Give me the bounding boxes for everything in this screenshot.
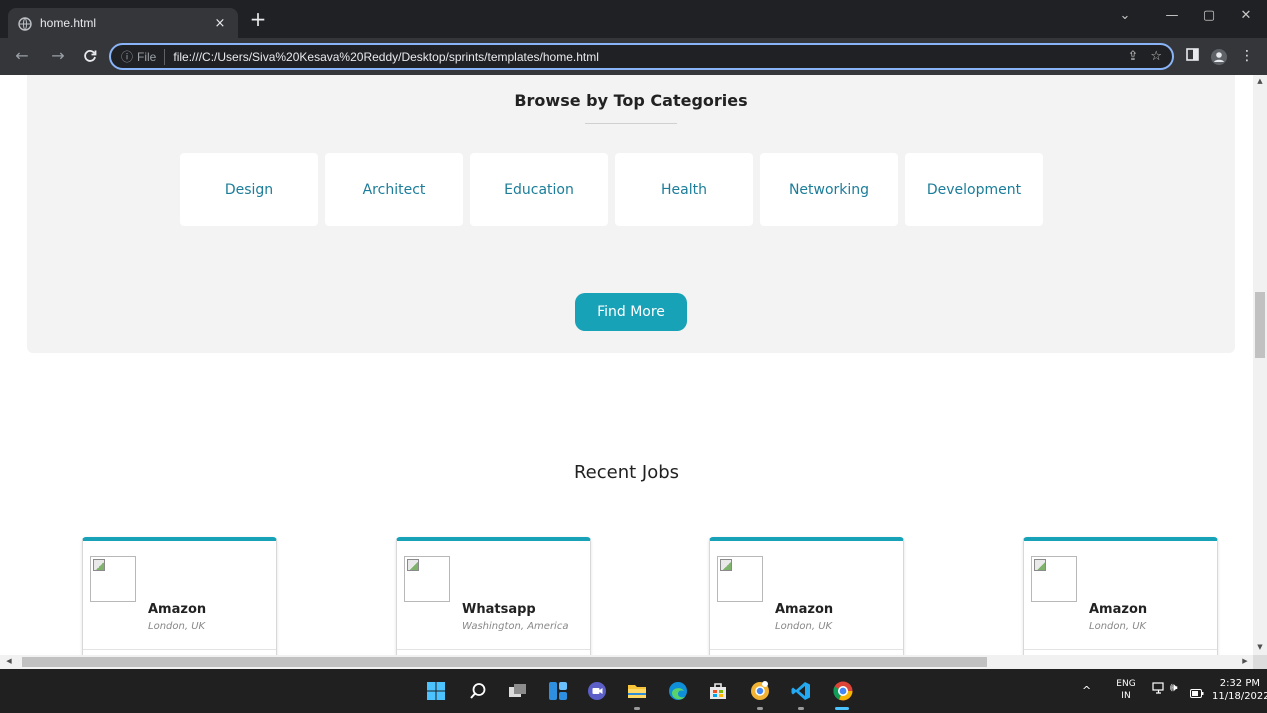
job-card-divider <box>397 649 590 650</box>
windows-taskbar: ^ ENG IN 🕪 2:32 PM 11/18/2022 <box>0 669 1267 713</box>
globe-icon <box>18 16 32 31</box>
scroll-corner <box>1253 655 1267 669</box>
job-company: Amazon <box>775 602 834 617</box>
back-icon[interactable]: ← <box>12 47 32 65</box>
categories-heading: Browse by Top Categories <box>514 91 748 110</box>
scroll-left-icon[interactable]: ◀ <box>2 657 16 665</box>
recent-jobs-heading: Recent Jobs <box>573 462 680 483</box>
job-card[interactable]: Whatsapp Washington, America <box>396 537 591 655</box>
browser-tab-strip: home.html × + ⌄ — ▢ ✕ <box>0 0 1267 38</box>
reload-icon[interactable] <box>80 47 100 67</box>
language-code: ENG <box>1116 679 1136 689</box>
vertical-scroll-thumb[interactable] <box>1255 292 1265 358</box>
microsoft-store-icon[interactable] <box>706 679 730 703</box>
clock-date: 11/18/2022 <box>1212 691 1267 702</box>
running-indicator <box>634 707 640 710</box>
info-icon[interactable]: ⓘ <box>121 48 133 65</box>
omnibox-divider <box>164 48 166 65</box>
widgets-icon[interactable] <box>546 679 570 703</box>
volume-icon[interactable]: 🕪 <box>1170 680 1178 695</box>
address-bar[interactable]: ⓘ File file:///C:/Users/Siva%20Kesava%20… <box>109 43 1174 70</box>
side-panel-icon[interactable] <box>1183 48 1201 65</box>
job-card[interactable]: Amazon London, UK <box>709 537 904 655</box>
job-location: London, UK <box>775 621 833 632</box>
horizontal-scroll-thumb[interactable] <box>22 657 987 667</box>
job-card[interactable]: Amazon London, UK <box>82 537 277 655</box>
broken-image-icon <box>404 556 450 602</box>
category-card-architect[interactable]: Architect <box>325 153 463 226</box>
category-card-health[interactable]: Health <box>615 153 753 226</box>
url-text[interactable]: file:///C:/Users/Siva%20Kesava%20Reddy/D… <box>173 50 1115 64</box>
job-location: London, UK <box>148 621 206 632</box>
active-app-indicator <box>835 707 849 710</box>
job-card-divider <box>1024 649 1217 650</box>
close-tab-icon[interactable]: × <box>212 16 228 31</box>
clock-time: 2:32 PM <box>1219 678 1260 689</box>
forward-icon[interactable]: → <box>48 47 68 65</box>
job-company: Amazon <box>1089 602 1148 617</box>
windows-start-icon[interactable] <box>424 679 448 703</box>
categories-section: Browse by Top Categories Design Architec… <box>27 75 1235 353</box>
restore-icon[interactable]: ▢ <box>1197 8 1221 23</box>
teams-chat-icon[interactable] <box>585 679 609 703</box>
broken-image-icon <box>717 556 763 602</box>
clock[interactable]: 2:32 PM 11/18/2022 <box>1212 677 1267 703</box>
job-card-divider <box>83 649 276 650</box>
show-hidden-icons-chevron[interactable]: ^ <box>1082 684 1091 697</box>
category-card-development[interactable]: Development <box>905 153 1043 226</box>
job-location: London, UK <box>1089 621 1147 632</box>
job-card[interactable]: Amazon London, UK <box>1023 537 1218 655</box>
file-scheme-label: File <box>137 49 157 64</box>
browser-tab[interactable]: home.html × <box>8 8 238 38</box>
profile-avatar-icon[interactable] <box>1210 48 1228 70</box>
bookmark-star-icon[interactable]: ☆ <box>1150 49 1162 64</box>
broken-image-icon <box>1031 556 1077 602</box>
running-indicator <box>757 707 763 710</box>
category-card-design[interactable]: Design <box>180 153 318 226</box>
find-more-button[interactable]: Find More <box>575 293 687 331</box>
language-indicator[interactable]: ENG IN <box>1115 678 1137 702</box>
vscode-icon[interactable] <box>789 679 813 703</box>
battery-icon[interactable] <box>1190 683 1204 702</box>
tab-search-icon[interactable]: ⌄ <box>1113 8 1137 23</box>
category-card-education[interactable]: Education <box>470 153 608 226</box>
horizontal-scrollbar[interactable]: ◀ ▶ <box>0 655 1253 669</box>
running-indicator <box>798 707 804 710</box>
job-card-divider <box>710 649 903 650</box>
file-explorer-icon[interactable] <box>625 679 649 703</box>
minimize-icon[interactable]: — <box>1160 8 1184 23</box>
broken-image-icon <box>90 556 136 602</box>
category-card-networking[interactable]: Networking <box>760 153 898 226</box>
new-tab-icon[interactable]: + <box>247 9 269 29</box>
vertical-scrollbar[interactable]: ▲ ▼ <box>1253 75 1267 655</box>
page-viewport: Browse by Top Categories Design Architec… <box>0 75 1253 655</box>
browser-toolbar: ← → ⓘ File file:///C:/Users/Siva%20Kesav… <box>0 38 1267 75</box>
chrome-canary-icon[interactable] <box>748 679 772 703</box>
job-location: Washington, America <box>462 621 569 632</box>
job-company: Amazon <box>148 602 207 617</box>
task-view-icon[interactable] <box>506 679 530 703</box>
chrome-icon[interactable] <box>831 679 855 703</box>
close-window-icon[interactable]: ✕ <box>1234 8 1258 23</box>
tab-title: home.html <box>40 16 97 30</box>
scroll-right-icon[interactable]: ▶ <box>1238 657 1252 665</box>
job-company: Whatsapp <box>462 602 536 617</box>
heading-underline <box>585 123 677 124</box>
menu-kebab-icon[interactable]: ⋮ <box>1238 48 1256 64</box>
search-icon[interactable] <box>466 679 490 703</box>
scroll-down-icon[interactable]: ▼ <box>1253 643 1267 651</box>
share-icon[interactable]: ⇪ <box>1127 49 1138 64</box>
scroll-up-icon[interactable]: ▲ <box>1253 77 1267 85</box>
network-icon[interactable] <box>1152 681 1166 699</box>
edge-browser-icon[interactable] <box>666 679 690 703</box>
language-region: IN <box>1121 691 1131 701</box>
